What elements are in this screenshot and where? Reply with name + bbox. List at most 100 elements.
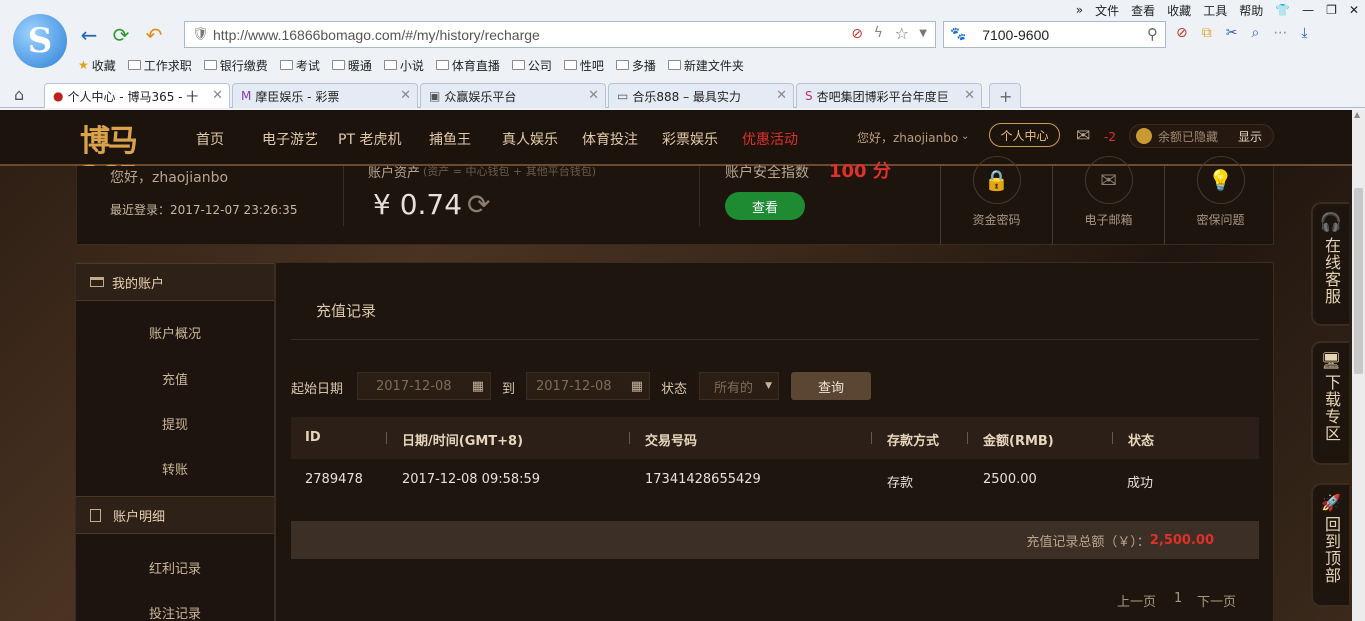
shirt-icon[interactable]: 👕 <box>1269 3 1296 17</box>
menu-view[interactable]: 查看 <box>1125 2 1161 19</box>
sidebar-section-account[interactable]: 我的账户 <box>76 263 274 301</box>
menu-tools[interactable]: 工具 <box>1197 2 1233 19</box>
bookmark-folder[interactable]: 新建文件夹 <box>667 57 744 74</box>
double-chevron-icon[interactable]: » <box>1070 3 1089 17</box>
minimize-icon[interactable]: — <box>1296 3 1320 17</box>
nav-lottery[interactable]: 彩票娱乐 <box>662 129 718 149</box>
address-bar[interactable]: 🛡 http://www.16866bomago.com/#/my/histor… <box>184 21 936 48</box>
status-label: 状态 <box>661 382 688 397</box>
sidebar-item-deposit[interactable]: 充值 <box>76 369 274 388</box>
online-service-button[interactable]: 🎧 在线客服 <box>1311 202 1349 326</box>
tab-2[interactable]: M 摩臣娱乐 - 彩票 ✕ <box>232 83 418 108</box>
prev-page-link[interactable]: 上一页 <box>1117 591 1156 610</box>
sidebar-item-bets[interactable]: 投注记录 <box>76 603 274 621</box>
bookmark-folder[interactable]: 考试 <box>279 57 320 74</box>
undo-icon[interactable]: ↶ <box>141 22 167 48</box>
nav-promotions[interactable]: 优惠活动 <box>742 129 798 149</box>
bookmark-folder[interactable]: 多播 <box>615 57 656 74</box>
blocked-icon[interactable]: ⊘ <box>851 26 863 42</box>
chevron-down-icon[interactable]: ▼ <box>919 28 927 39</box>
bookmark-folder[interactable]: 公司 <box>511 57 552 74</box>
start-date-input[interactable]: 2017-12-08 ▦ <box>357 372 491 400</box>
total-label: 充值记录总额（￥）： <box>1026 534 1150 550</box>
back-icon[interactable]: ← <box>76 22 102 48</box>
download-icon[interactable]: ⤓ <box>1301 25 1307 41</box>
bookmark-folder[interactable]: 工作求职 <box>127 57 192 74</box>
download-button[interactable]: 🖥 下载专区 <box>1311 341 1349 465</box>
security-question-box[interactable]: 💡 密保问题 <box>1164 156 1276 245</box>
scroll-up-icon[interactable]: ▲ <box>1354 110 1360 119</box>
bookmark-folder[interactable]: 性吧 <box>563 57 604 74</box>
refresh-icon[interactable]: ⟳ <box>108 22 134 48</box>
search-input[interactable]: 7100-9600 <box>982 27 1049 43</box>
tab-5[interactable]: S 杏吧集团博彩平台年度巨 ✕ <box>796 83 982 108</box>
next-page-link[interactable]: 下一页 <box>1197 591 1236 610</box>
page-scrollbar[interactable]: ▲ <box>1352 110 1365 621</box>
close-tab-icon[interactable]: ✕ <box>400 88 411 103</box>
new-tab-button[interactable]: + <box>989 83 1021 108</box>
menu-file[interactable]: 文件 <box>1089 2 1125 19</box>
show-balance-button[interactable]: 显示 <box>1238 128 1262 145</box>
mail-icon: ✉ <box>1084 156 1133 204</box>
home-icon[interactable]: ⌂ <box>14 85 24 104</box>
nav-fishing[interactable]: 捕鱼王 <box>429 129 471 149</box>
bookmark-folder[interactable]: 小说 <box>383 57 424 74</box>
mail-icon[interactable]: ✉ <box>1076 126 1090 146</box>
restore-icon[interactable]: ❐ <box>1320 3 1343 17</box>
sidebar-section-details[interactable]: 账户明细 <box>76 496 274 534</box>
tab-3[interactable]: ▣ 众赢娱乐平台 ✕ <box>420 83 606 108</box>
personal-center-button[interactable]: 个人中心 <box>989 123 1060 147</box>
fund-password-box[interactable]: 🔒 资金密码 <box>940 156 1052 245</box>
email-box[interactable]: ✉ 电子邮箱 <box>1052 156 1164 245</box>
back-to-top-button[interactable]: 🚀 回到顶部 <box>1311 483 1349 607</box>
close-tab-icon[interactable]: ✕ <box>212 88 223 103</box>
nav-live[interactable]: 真人娱乐 <box>502 129 558 149</box>
calendar-icon[interactable]: ▦ <box>472 379 484 394</box>
query-button[interactable]: 查询 <box>791 372 871 400</box>
end-date-input[interactable]: 2017-12-08 ▦ <box>526 372 650 400</box>
nav-pt[interactable]: PT 老虎机 <box>338 129 401 149</box>
menu-help[interactable]: 帮助 <box>1233 2 1269 19</box>
nav-sports[interactable]: 体育投注 <box>582 129 638 149</box>
more-icon[interactable]: ⋯ <box>1273 25 1287 41</box>
sidebar-item-bonus[interactable]: 红利记录 <box>76 558 274 577</box>
nav-home[interactable]: 首页 <box>196 129 224 149</box>
sidebar-item-transfer[interactable]: 转账 <box>76 459 274 478</box>
security-label: 账户安全指数 <box>725 165 809 181</box>
close-window-icon[interactable]: ✕ <box>1343 3 1365 17</box>
tool-icon[interactable]: ⌕ <box>1251 25 1259 41</box>
sidebar-item-overview[interactable]: 账户概况 <box>76 323 274 342</box>
nav-slots[interactable]: 电子游艺 <box>262 129 318 149</box>
chevron-down-icon[interactable]: ⌄ <box>961 131 969 142</box>
site-logo[interactable]: 博马365 <box>80 116 162 195</box>
bookmark-folder[interactable]: 银行缴费 <box>203 57 268 74</box>
col-status: 状态 <box>1128 434 1155 449</box>
sidebar-item-withdraw[interactable]: 提现 <box>76 414 274 433</box>
user-greeting[interactable]: 您好，zhaojianbo <box>857 129 958 146</box>
tab-1[interactable]: ● 个人中心 - 博马365 - 十 ✕ <box>44 83 230 108</box>
adblock-icon[interactable]: ⊘ <box>1176 25 1188 41</box>
close-tab-icon[interactable]: ✕ <box>776 88 787 103</box>
lightning-icon[interactable]: ϟ <box>874 25 883 41</box>
calendar-icon[interactable]: ▦ <box>631 379 643 394</box>
close-tab-icon[interactable]: ✕ <box>588 88 599 103</box>
star-icon[interactable]: ☆ <box>895 24 909 43</box>
search-box[interactable]: 🐾 7100-9600 ⚲ <box>943 21 1166 48</box>
status-select[interactable]: 所有的 ▼ <box>699 372 779 400</box>
view-security-button[interactable]: 查看 <box>725 192 805 220</box>
search-icon[interactable]: ⚲ <box>1147 25 1158 43</box>
scissors-icon[interactable]: ✂ <box>1226 25 1238 41</box>
bookmark-favorites[interactable]: ★ 收藏 <box>78 57 116 74</box>
headset-icon: 🎧 <box>1319 212 1343 233</box>
bookmark-folder[interactable]: 体育直播 <box>435 57 500 74</box>
page-number[interactable]: 1 <box>1174 591 1182 606</box>
refresh-icon[interactable]: ⟳ <box>467 188 490 221</box>
menu-favorites[interactable]: 收藏 <box>1161 2 1197 19</box>
close-tab-icon[interactable]: ✕ <box>964 88 975 103</box>
folder-icon <box>615 60 629 70</box>
bookmark-folder[interactable]: 暖通 <box>331 57 372 74</box>
extension-icon[interactable]: ⧉ <box>1202 25 1212 41</box>
tab-4[interactable]: ▭ 合乐888 – 最具实力 ✕ <box>608 83 794 108</box>
scroll-thumb[interactable] <box>1354 188 1363 374</box>
account-sidebar: 我的账户 账户概况 充值 提现 转账 账户明细 红利记录 投注记录 <box>75 262 275 621</box>
